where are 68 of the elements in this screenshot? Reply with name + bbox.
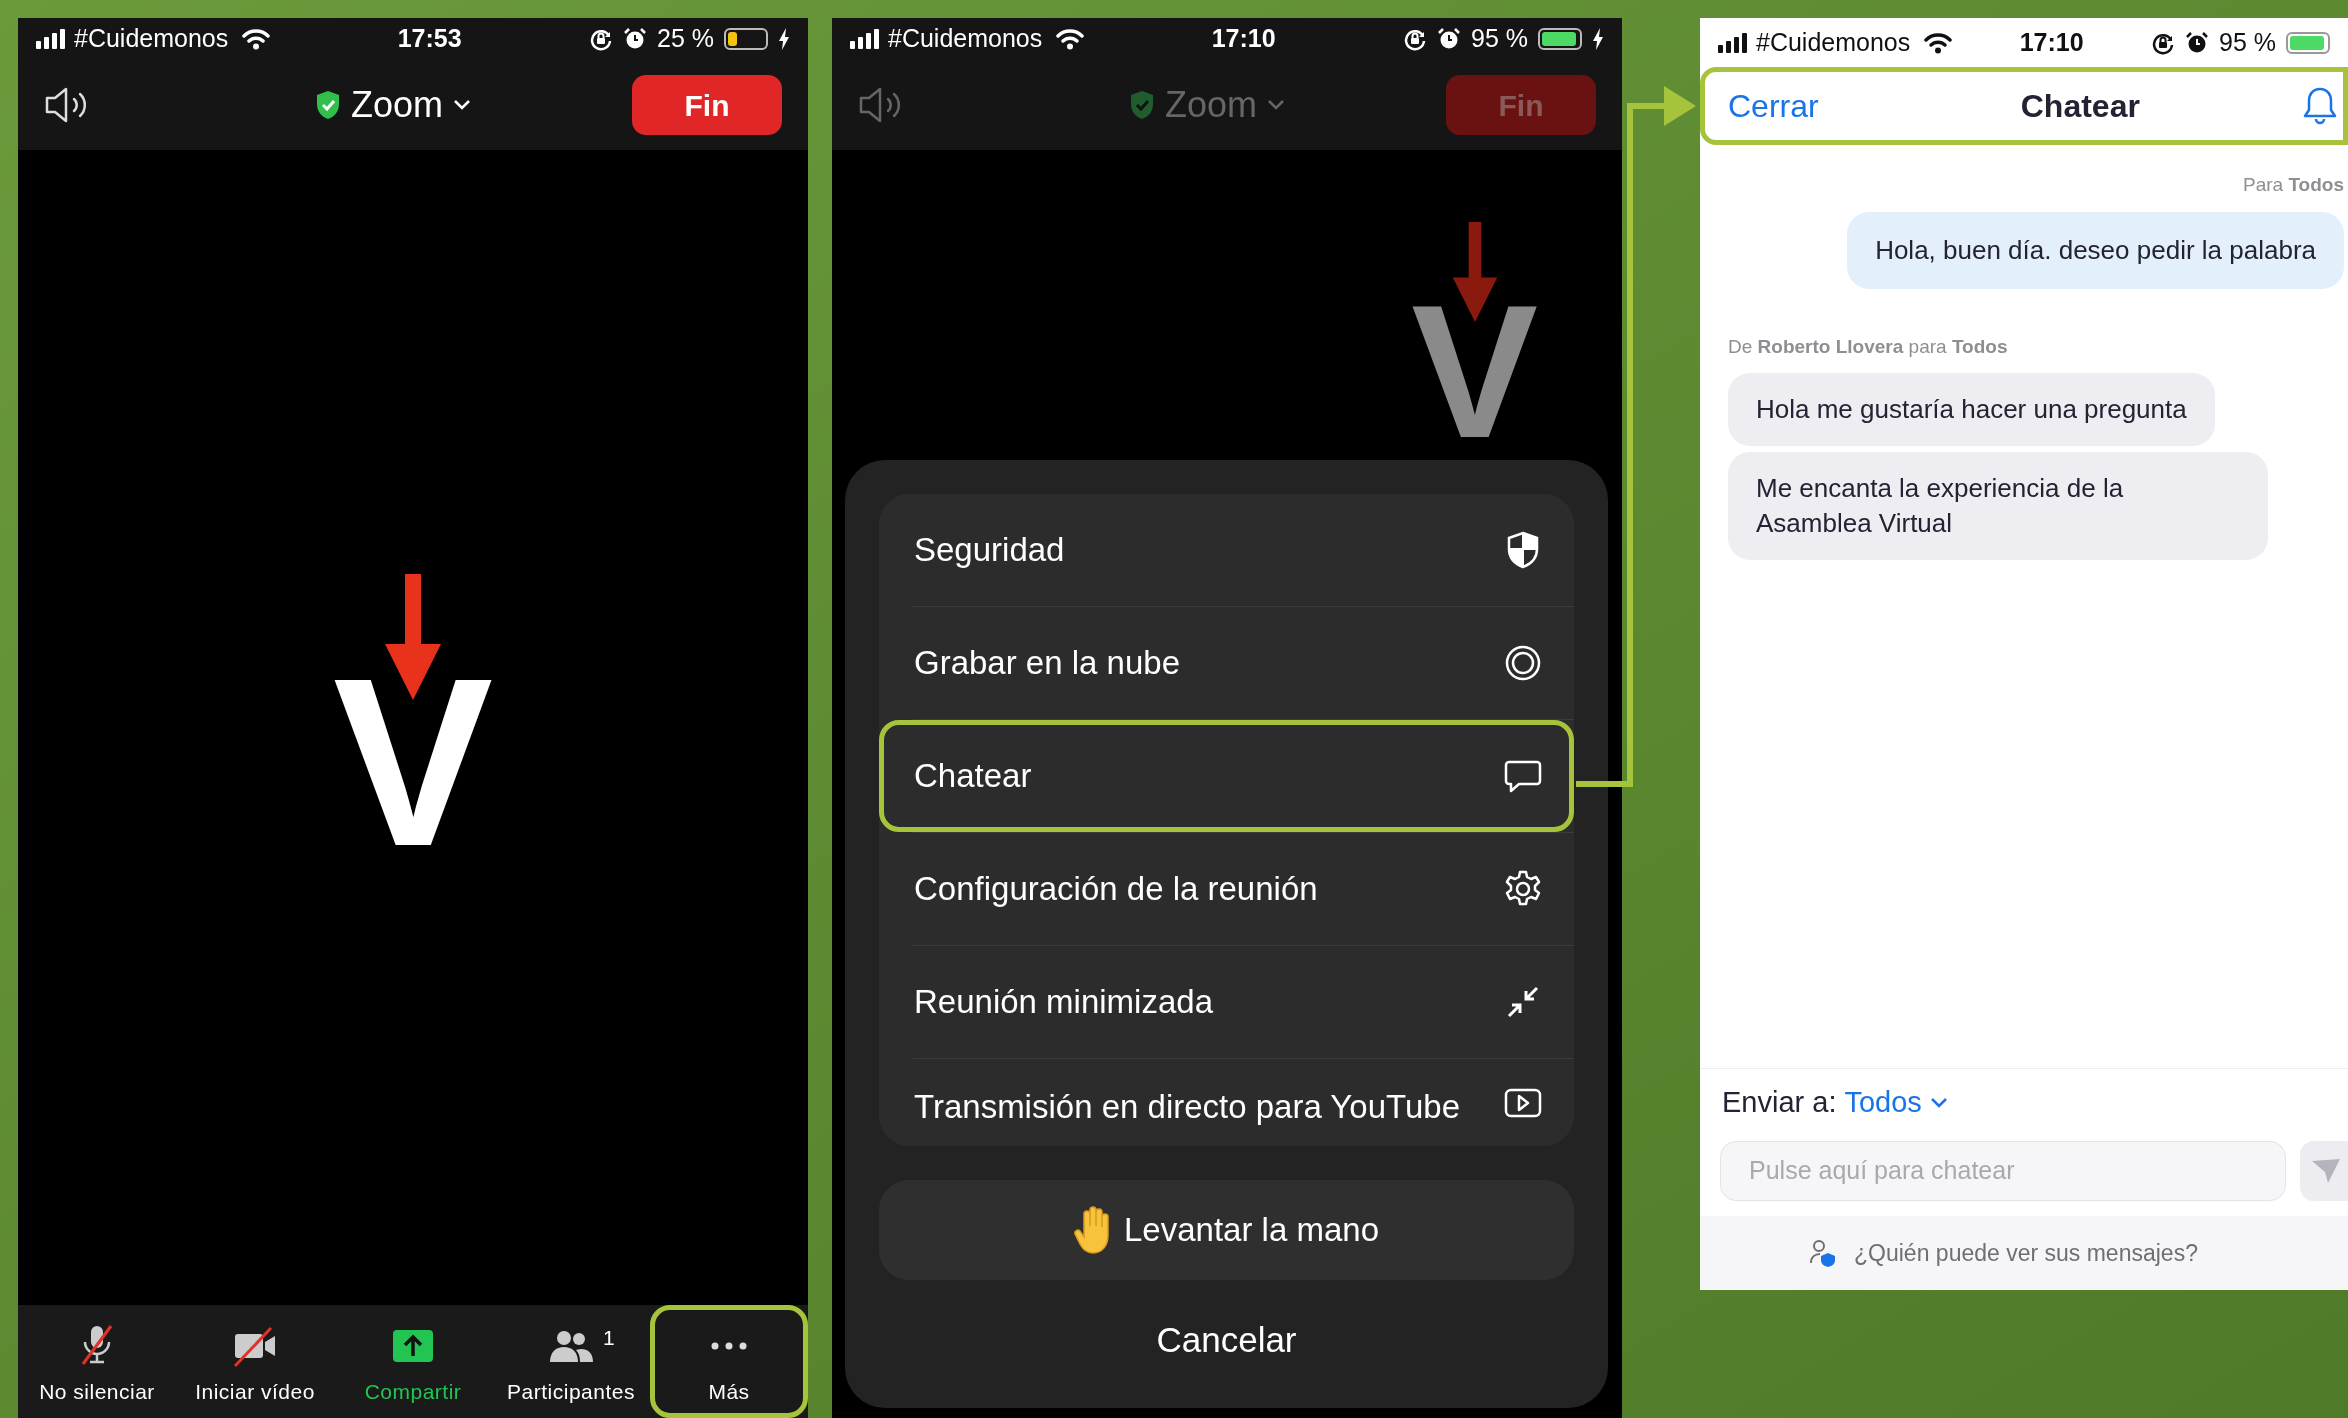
menu-item-label: Transmisión en directo para YouTube bbox=[914, 1087, 1461, 1127]
menu-item-label: Chatear bbox=[914, 756, 1032, 797]
send-arrow-icon bbox=[2310, 1156, 2343, 1185]
menu-item[interactable]: Chatear bbox=[879, 720, 1574, 832]
battery-icon bbox=[1538, 28, 1582, 50]
more-dots-icon bbox=[709, 1340, 749, 1351]
wifi-icon bbox=[242, 28, 271, 50]
rotation-lock-icon bbox=[589, 27, 613, 51]
logo-letter: V bbox=[332, 641, 494, 882]
raise-hand-button[interactable]: Levantar la mano bbox=[879, 1180, 1574, 1280]
wifi-icon bbox=[1924, 31, 1953, 54]
participant-count: 1 bbox=[603, 1325, 615, 1351]
carrier-name: #Cuidemonos bbox=[1756, 26, 1911, 58]
message-bubble: Hola, buen día. deseo pedir la palabra bbox=[1847, 211, 2344, 289]
alarm-icon bbox=[1437, 27, 1461, 51]
meeting-title: Zoom bbox=[1165, 83, 1257, 127]
carrier-name: #Cuidemonos bbox=[888, 23, 1043, 55]
toolbar-button[interactable]: Participantes 1 bbox=[492, 1305, 650, 1418]
toolbar-button[interactable]: Iniciar vídeo bbox=[176, 1305, 334, 1418]
message-meta: Para Todos bbox=[2243, 173, 2344, 197]
menu-item-label: Configuración de la reunión bbox=[914, 869, 1318, 910]
battery-percentage: 95 % bbox=[1471, 23, 1528, 55]
user-shield-icon bbox=[1810, 1239, 1837, 1267]
menu-item[interactable]: Seguridad bbox=[879, 494, 1574, 606]
toolbar-button[interactable]: Compartir bbox=[334, 1305, 492, 1418]
logo-letter: V bbox=[1411, 276, 1538, 466]
menu-item[interactable]: Transmisión en directo para YouTube bbox=[879, 1059, 1574, 1146]
carrier-name: #Cuidemonos bbox=[74, 23, 229, 55]
menu-item-label: Grabar en la nube bbox=[914, 643, 1180, 684]
wifi-icon bbox=[1056, 28, 1085, 50]
menu-item[interactable]: Reunión minimizada bbox=[879, 946, 1574, 1058]
battery-percentage: 95 % bbox=[2219, 26, 2276, 58]
battery-icon bbox=[724, 28, 768, 50]
menu-item-label: Seguridad bbox=[914, 530, 1065, 571]
signal-icon bbox=[1718, 32, 1748, 53]
clock-time: 17:10 bbox=[1211, 23, 1276, 55]
message-bubble: Me encanta la experiencia de la Asamblea Virtual bbox=[1728, 452, 2268, 560]
rotation-lock-icon bbox=[1403, 27, 1427, 51]
record-icon bbox=[1503, 643, 1543, 683]
chat-title: Chatear bbox=[2020, 87, 2140, 126]
chevron-down-icon bbox=[1267, 99, 1285, 111]
signal-icon bbox=[850, 29, 880, 49]
send-to-label: Enviar a: bbox=[1722, 1085, 1837, 1120]
signal-icon bbox=[36, 29, 66, 49]
battery-percentage: 25 % bbox=[657, 23, 714, 55]
message-meta: De Roberto Llovera para Todos bbox=[1728, 334, 2008, 359]
cancel-button[interactable]: Cancelar bbox=[1136, 1294, 1317, 1386]
meeting-title: Zoom bbox=[351, 83, 443, 127]
recipient-dropdown[interactable]: Todos bbox=[1844, 1081, 1948, 1125]
bell-icon[interactable] bbox=[2302, 86, 2338, 126]
alarm-icon bbox=[623, 27, 647, 51]
menu-item[interactable]: Grabar en la nube bbox=[879, 607, 1574, 719]
shield-check-icon bbox=[1129, 90, 1155, 120]
shield-check-icon bbox=[315, 90, 341, 120]
alarm-icon bbox=[2185, 30, 2209, 55]
privacy-note: ¿Quién puede ver sus mensajes? bbox=[1854, 1238, 2198, 1268]
menu-item-label: Reunión minimizada bbox=[914, 982, 1213, 1023]
clock-time: 17:53 bbox=[397, 23, 462, 55]
close-button[interactable]: Cerrar bbox=[1728, 82, 1819, 130]
clock-time: 17:10 bbox=[2019, 26, 2084, 58]
toolbar-button[interactable]: No silenciar bbox=[18, 1305, 176, 1418]
chevron-down-icon bbox=[453, 99, 471, 111]
chat-input-field[interactable]: Pulse aquí para chatear bbox=[1720, 1140, 2287, 1201]
message-bubble: Hola me gustaría hacer una pregunta bbox=[1728, 373, 2215, 446]
more-button[interactable]: Más bbox=[650, 1305, 808, 1418]
end-meeting-button[interactable]: Fin bbox=[632, 75, 782, 135]
chevron-down-icon bbox=[1929, 1096, 1948, 1109]
menu-item[interactable]: Configuración de la reunión bbox=[879, 833, 1574, 945]
